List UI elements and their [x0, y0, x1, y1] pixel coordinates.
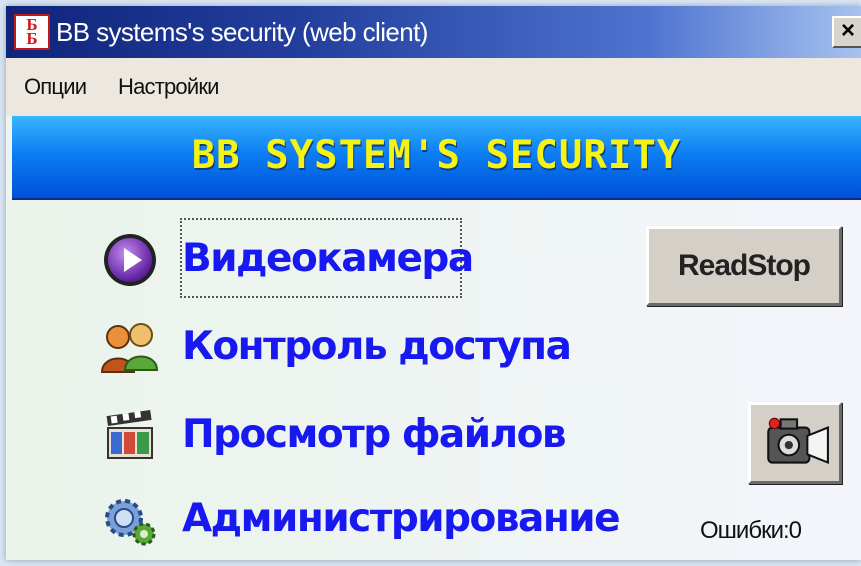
readstop-button[interactable]: ReadStop: [646, 226, 842, 306]
nav-label-administration: Администрирование: [182, 496, 621, 541]
film-clapper-icon: [106, 409, 153, 459]
banner-title: BB SYSTEM'S SECURITY: [191, 133, 682, 178]
main-panel: Видеокамера Контроль доступа Просмотр фа…: [6, 200, 861, 560]
app-icon: ББ: [14, 14, 50, 50]
gears-icon: [105, 499, 156, 546]
users-icon: [100, 323, 159, 373]
app-window: ББ BB systems's security (web client) × …: [6, 6, 861, 560]
nav-item-file-browser[interactable]: Просмотр файлов: [102, 400, 622, 470]
nav-item-videocamera[interactable]: Видеокамера: [102, 224, 622, 294]
title-bar[interactable]: ББ BB systems's security (web client) ×: [6, 6, 861, 58]
menu-options[interactable]: Опции: [24, 58, 87, 116]
nav-label-videocamera: Видеокамера: [182, 236, 474, 281]
nav-item-access-control[interactable]: Контроль доступа: [100, 312, 622, 382]
errors-counter: Ошибки:0: [700, 517, 802, 544]
close-button[interactable]: ×: [832, 16, 861, 48]
menu-settings[interactable]: Настройки: [118, 58, 219, 116]
nav-label-file-browser: Просмотр файлов: [182, 412, 567, 457]
play-icon: [104, 234, 156, 286]
nav-item-administration[interactable]: Администрирование: [102, 484, 622, 554]
window-title: BB systems's security (web client): [56, 17, 428, 47]
camera-button[interactable]: [748, 402, 842, 484]
banner: BB SYSTEM'S SECURITY: [12, 116, 861, 200]
nav-label-access-control: Контроль доступа: [182, 324, 572, 369]
menu-bar: Опции Настройки: [6, 58, 861, 116]
camera-icon: [767, 417, 829, 465]
